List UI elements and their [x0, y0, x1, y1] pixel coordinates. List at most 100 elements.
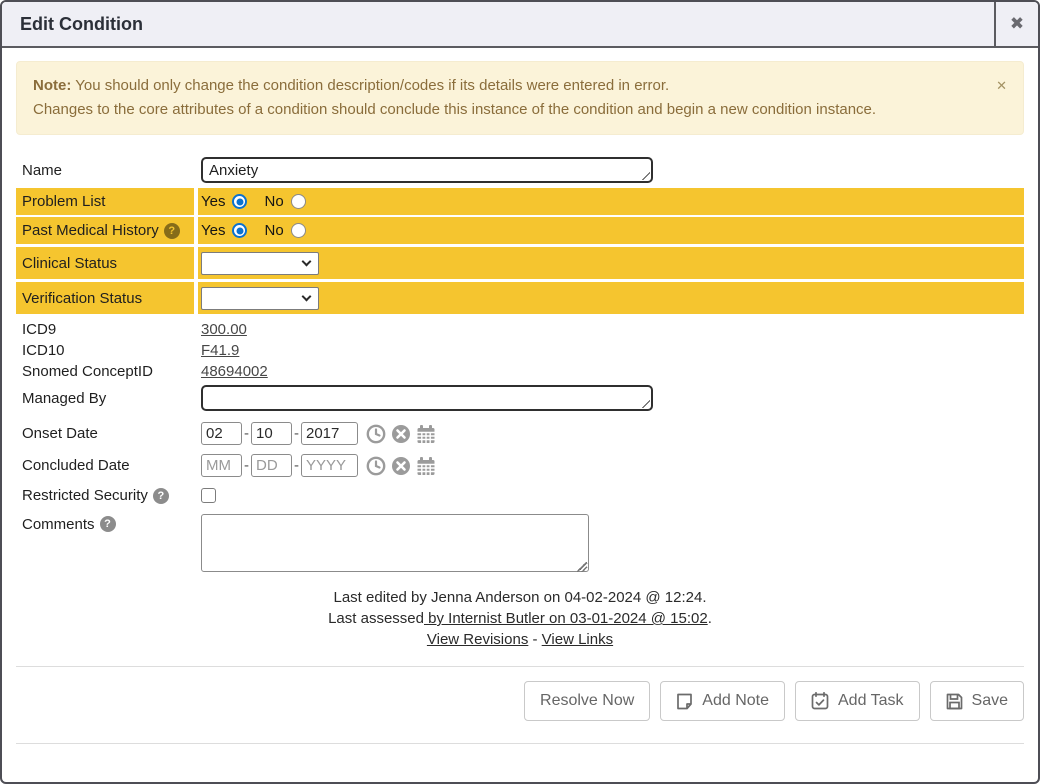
row-snomed: Snomed ConceptID 48694002: [16, 361, 1024, 382]
help-icon[interactable]: ?: [100, 516, 116, 532]
pmh-no-label: No: [264, 222, 283, 239]
view-revisions-link[interactable]: View Revisions: [427, 631, 528, 648]
save-button[interactable]: Save: [930, 681, 1024, 721]
snomed-code-link[interactable]: 48694002: [201, 363, 268, 380]
row-managed-by: Managed By: [16, 382, 1024, 414]
concluded-day-input[interactable]: [251, 454, 292, 477]
date-separator: -: [294, 457, 299, 474]
verification-status-label: Verification Status: [16, 282, 194, 314]
comments-textarea[interactable]: [201, 514, 589, 572]
close-icon: ✖: [1010, 14, 1024, 34]
onset-month-input[interactable]: [201, 422, 242, 445]
view-links-line: View Revisions - View Links: [16, 629, 1024, 650]
dialog-titlebar: Edit Condition ✖: [2, 2, 1038, 48]
row-icd10: ICD10 F41.9: [16, 340, 1024, 361]
divider: [16, 743, 1024, 744]
date-separator: -: [244, 457, 249, 474]
resolve-now-button[interactable]: Resolve Now: [524, 681, 650, 721]
add-task-button[interactable]: Add Task: [795, 681, 920, 721]
restricted-security-label: Restricted Security: [22, 487, 148, 504]
clinical-status-select[interactable]: [201, 252, 319, 275]
row-onset-date: Onset Date - -: [16, 419, 1024, 448]
onset-day-input[interactable]: [251, 422, 292, 445]
concluded-year-input[interactable]: [301, 454, 358, 477]
dialog-close-button[interactable]: ✖: [994, 2, 1038, 46]
row-restricted-security: Restricted Security ?: [16, 484, 1024, 507]
snomed-label: Snomed ConceptID: [16, 361, 194, 382]
note-banner: Note: You should only change the conditi…: [16, 61, 1024, 135]
time-icon[interactable]: [366, 456, 386, 476]
date-separator: -: [294, 425, 299, 442]
dialog-title: Edit Condition: [2, 2, 994, 46]
restricted-security-checkbox[interactable]: [201, 488, 216, 503]
condition-form: Name Problem List Yes No: [16, 154, 1024, 579]
pmh-yes-label: Yes: [201, 222, 225, 239]
note-icon: [676, 693, 693, 710]
row-verification-status: Verification Status: [16, 282, 1024, 314]
help-icon[interactable]: ?: [164, 223, 180, 239]
add-note-button[interactable]: Add Note: [660, 681, 785, 721]
row-past-medical-history: Past Medical History ? Yes No: [16, 217, 1024, 244]
problem-list-no-label: No: [264, 193, 283, 210]
row-comments: Comments ?: [16, 511, 1024, 579]
icd9-label: ICD9: [16, 319, 194, 340]
task-calendar-icon: [811, 692, 829, 710]
row-clinical-status: Clinical Status: [16, 247, 1024, 279]
note-dismiss-icon[interactable]: ✕: [996, 74, 1007, 98]
help-icon[interactable]: ?: [153, 488, 169, 504]
pmh-no-radio[interactable]: [291, 223, 306, 238]
icd10-label: ICD10: [16, 340, 194, 361]
problem-list-yes-label: Yes: [201, 193, 225, 210]
divider: [16, 666, 1024, 667]
row-icd9: ICD9 300.00: [16, 319, 1024, 340]
add-task-label: Add Task: [838, 692, 904, 710]
onset-year-input[interactable]: [301, 422, 358, 445]
managed-by-input[interactable]: [201, 385, 653, 411]
clinical-status-label: Clinical Status: [16, 247, 194, 279]
note-text-1: You should only change the condition des…: [71, 77, 669, 94]
concluded-month-input[interactable]: [201, 454, 242, 477]
chevron-down-icon: [302, 292, 312, 302]
audit-info: Last edited by Jenna Anderson on 04-02-2…: [16, 587, 1024, 650]
dialog-body: Note: You should only change the conditi…: [2, 48, 1038, 744]
last-edited-text: Last edited by Jenna Anderson on 04-02-2…: [16, 587, 1024, 608]
note-line-2: Changes to the core attributes of a cond…: [33, 98, 983, 122]
view-links-link[interactable]: View Links: [542, 631, 613, 648]
row-name: Name: [16, 154, 1024, 186]
comments-label: Comments: [22, 516, 95, 533]
resolve-now-label: Resolve Now: [540, 692, 634, 710]
row-concluded-date: Concluded Date - -: [16, 451, 1024, 480]
clear-date-icon[interactable]: [391, 424, 411, 444]
name-input[interactable]: [201, 157, 653, 183]
clear-date-icon[interactable]: [391, 456, 411, 476]
add-note-label: Add Note: [702, 692, 769, 710]
name-label: Name: [16, 154, 194, 186]
save-label: Save: [972, 692, 1008, 710]
edit-condition-dialog: Edit Condition ✖ Note: You should only c…: [0, 0, 1040, 784]
calendar-icon[interactable]: [416, 456, 436, 476]
managed-by-label: Managed By: [16, 382, 194, 414]
date-separator: -: [244, 425, 249, 442]
save-floppy-icon: [946, 693, 963, 710]
past-medical-history-label: Past Medical History: [22, 222, 159, 239]
last-assessed-line: Last assessed by Internist Butler on 03-…: [16, 608, 1024, 629]
icd10-code-link[interactable]: F41.9: [201, 342, 239, 359]
problem-list-yes-radio[interactable]: [232, 194, 247, 209]
pmh-yes-radio[interactable]: [232, 223, 247, 238]
note-line-1: Note: You should only change the conditi…: [33, 74, 983, 98]
note-prefix: Note:: [33, 77, 71, 94]
time-icon[interactable]: [366, 424, 386, 444]
row-problem-list: Problem List Yes No: [16, 188, 1024, 215]
chevron-down-icon: [302, 257, 312, 267]
calendar-icon[interactable]: [416, 424, 436, 444]
problem-list-no-radio[interactable]: [291, 194, 306, 209]
onset-date-label: Onset Date: [16, 419, 194, 448]
concluded-date-label: Concluded Date: [16, 451, 194, 480]
links-separator: -: [528, 631, 541, 648]
verification-status-select[interactable]: [201, 287, 319, 310]
problem-list-label: Problem List: [16, 188, 194, 215]
action-buttons: Resolve Now Add Note Add Task Save: [16, 681, 1024, 721]
last-assessed-link[interactable]: by Internist Butler on 03-01-2024 @ 15:0…: [424, 610, 708, 627]
icd9-code-link[interactable]: 300.00: [201, 321, 247, 338]
last-assessed-prefix: Last assessed: [328, 610, 424, 627]
